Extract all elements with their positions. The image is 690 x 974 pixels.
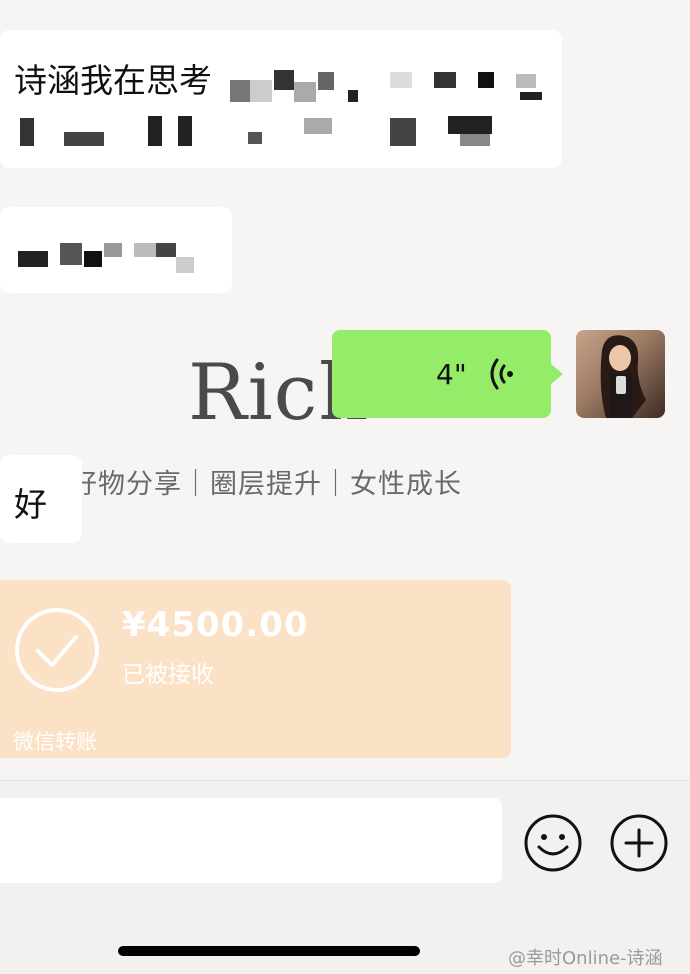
transfer-status: 已被接收 xyxy=(122,662,214,688)
voice-duration: 4" xyxy=(436,358,467,391)
voice-message-bubble[interactable]: 4" xyxy=(332,330,563,418)
transfer-label: 微信转账 xyxy=(13,730,97,754)
message-bubble-left[interactable]: 诗涵我在思考 xyxy=(0,30,562,168)
avatar-photo-icon xyxy=(600,335,646,418)
user-avatar[interactable] xyxy=(576,330,665,418)
pixelated-redaction xyxy=(0,207,232,293)
message-bubble-left[interactable] xyxy=(0,207,232,293)
message-text: 诗涵我在思考 xyxy=(14,61,212,100)
background-tagline: 好物分享｜圈层提升｜女性成长 xyxy=(70,469,462,500)
home-indicator[interactable] xyxy=(118,946,420,956)
voice-wave-icon xyxy=(490,358,513,390)
watermark-credit: @幸时Online-诗涵 xyxy=(508,948,663,969)
check-circle-icon xyxy=(15,608,99,692)
plus-circle-icon[interactable] xyxy=(609,813,669,873)
message-input[interactable] xyxy=(0,798,502,883)
emoji-smile-icon[interactable] xyxy=(523,813,583,873)
message-text: 好 xyxy=(14,485,47,524)
transfer-amount: ¥4500.00 xyxy=(122,605,309,645)
